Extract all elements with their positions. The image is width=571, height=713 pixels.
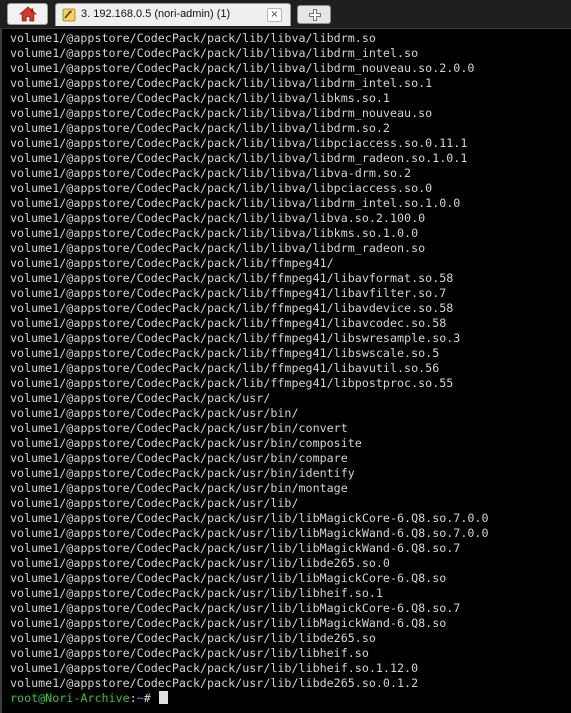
output-line: volume1/@appstore/CodecPack/pack/usr/bin… <box>10 451 348 465</box>
output-lines: volume1/@appstore/CodecPack/pack/lib/lib… <box>10 31 571 691</box>
output-line: volume1/@appstore/CodecPack/pack/usr/bin… <box>10 436 362 450</box>
terminal-output[interactable]: volume1/@appstore/CodecPack/pack/lib/lib… <box>0 29 571 713</box>
output-line: volume1/@appstore/CodecPack/pack/lib/lib… <box>10 151 468 165</box>
output-line: volume1/@appstore/CodecPack/pack/lib/lib… <box>10 61 475 75</box>
output-line: volume1/@appstore/CodecPack/pack/lib/ffm… <box>10 286 447 300</box>
new-tab-button[interactable] <box>297 5 331 24</box>
output-line: volume1/@appstore/CodecPack/pack/lib/lib… <box>10 226 419 240</box>
output-line: volume1/@appstore/CodecPack/pack/lib/ffm… <box>10 256 334 270</box>
output-line: volume1/@appstore/CodecPack/pack/lib/lib… <box>10 46 419 60</box>
prompt-line[interactable]: root@Nori-Archive:~# <box>10 691 571 706</box>
home-button[interactable] <box>7 3 48 25</box>
output-line: volume1/@appstore/CodecPack/pack/lib/ffm… <box>10 376 454 390</box>
output-line: volume1/@appstore/CodecPack/pack/lib/lib… <box>10 196 461 210</box>
output-line: volume1/@appstore/CodecPack/pack/lib/lib… <box>10 106 433 120</box>
output-line: volume1/@appstore/CodecPack/pack/usr/lib… <box>10 586 383 600</box>
terminal-session-icon <box>62 8 76 27</box>
output-line: volume1/@appstore/CodecPack/pack/lib/ffm… <box>10 316 447 330</box>
output-line: volume1/@appstore/CodecPack/pack/lib/lib… <box>10 166 412 180</box>
output-line: volume1/@appstore/CodecPack/pack/lib/lib… <box>10 76 433 90</box>
output-line: volume1/@appstore/CodecPack/pack/lib/ffm… <box>10 331 461 345</box>
prompt-user-host: root@Nori-Archive <box>10 691 130 705</box>
output-line: volume1/@appstore/CodecPack/pack/usr/lib… <box>10 676 419 690</box>
text-cursor <box>158 691 168 704</box>
output-line: volume1/@appstore/CodecPack/pack/usr/bin… <box>10 421 348 435</box>
prompt-symbol: # <box>143 691 158 705</box>
output-line: volume1/@appstore/CodecPack/pack/usr/bin… <box>10 406 299 420</box>
close-icon[interactable]: × <box>267 8 282 22</box>
output-line: volume1/@appstore/CodecPack/pack/usr/lib… <box>10 661 419 675</box>
output-line: volume1/@appstore/CodecPack/pack/usr/lib… <box>10 646 369 660</box>
output-line: volume1/@appstore/CodecPack/pack/lib/lib… <box>10 31 376 45</box>
output-line: volume1/@appstore/CodecPack/pack/lib/ffm… <box>10 271 454 285</box>
output-line: volume1/@appstore/CodecPack/pack/usr/bin… <box>10 481 348 495</box>
home-icon <box>19 6 37 22</box>
prompt-path: ~ <box>136 691 144 705</box>
output-line: volume1/@appstore/CodecPack/pack/usr/lib… <box>10 571 447 585</box>
output-line: volume1/@appstore/CodecPack/pack/usr/lib… <box>10 631 376 645</box>
terminal-window: 3. 192.168.0.5 (nori-admin) (1) × volume… <box>0 0 571 713</box>
output-line: volume1/@appstore/CodecPack/pack/lib/lib… <box>10 241 426 255</box>
tab-session[interactable]: 3. 192.168.0.5 (nori-admin) (1) × <box>55 3 291 26</box>
output-line: volume1/@appstore/CodecPack/pack/lib/lib… <box>10 181 433 195</box>
output-line: volume1/@appstore/CodecPack/pack/usr/lib… <box>10 511 489 525</box>
output-line: volume1/@appstore/CodecPack/pack/lib/lib… <box>10 211 426 225</box>
output-line: volume1/@appstore/CodecPack/pack/lib/ffm… <box>10 361 440 375</box>
output-line: volume1/@appstore/CodecPack/pack/lib/ffm… <box>10 346 440 360</box>
tab-bar: 3. 192.168.0.5 (nori-admin) (1) × <box>0 0 571 29</box>
output-line: volume1/@appstore/CodecPack/pack/usr/lib… <box>10 496 299 510</box>
output-line: volume1/@appstore/CodecPack/pack/usr/bin… <box>10 466 355 480</box>
output-line: volume1/@appstore/CodecPack/pack/lib/lib… <box>10 91 390 105</box>
output-line: volume1/@appstore/CodecPack/pack/usr/lib… <box>10 541 461 555</box>
prompt-separator: : <box>129 691 137 705</box>
output-line: volume1/@appstore/CodecPack/pack/usr/lib… <box>10 601 461 615</box>
tab-title: 3. 192.168.0.5 (nori-admin) (1) <box>81 8 231 20</box>
output-line: volume1/@appstore/CodecPack/pack/usr/ <box>10 391 271 405</box>
output-line: volume1/@appstore/CodecPack/pack/usr/lib… <box>10 526 489 540</box>
output-line: volume1/@appstore/CodecPack/pack/lib/ffm… <box>10 301 454 315</box>
output-line: volume1/@appstore/CodecPack/pack/lib/lib… <box>10 136 468 150</box>
output-line: volume1/@appstore/CodecPack/pack/lib/lib… <box>10 121 390 135</box>
plus-icon <box>309 9 321 21</box>
output-line: volume1/@appstore/CodecPack/pack/usr/lib… <box>10 556 390 570</box>
output-line: volume1/@appstore/CodecPack/pack/usr/lib… <box>10 616 447 630</box>
